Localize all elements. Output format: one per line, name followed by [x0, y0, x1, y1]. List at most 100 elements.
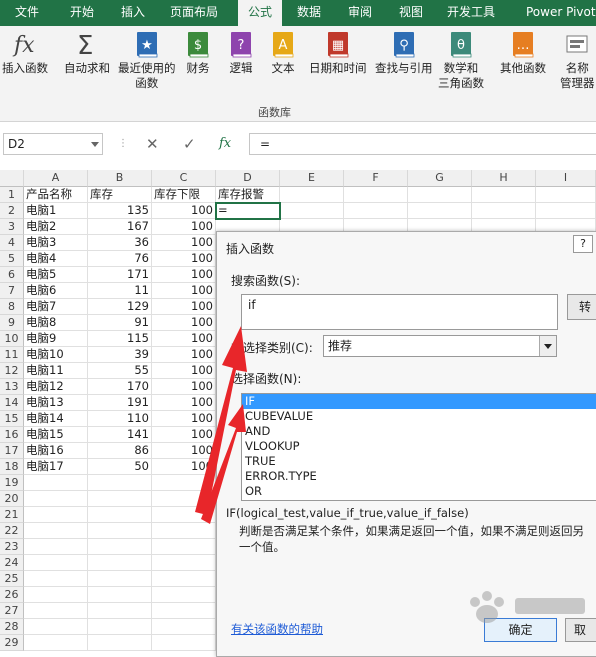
row-header[interactable]: 18	[0, 459, 24, 475]
tab-1[interactable]: 开始	[70, 0, 94, 26]
row-header[interactable]: 21	[0, 507, 24, 523]
cell[interactable]: 115	[88, 331, 152, 347]
cell[interactable]: 100	[152, 219, 216, 235]
cell[interactable]: 电脑9	[24, 331, 88, 347]
cell[interactable]	[152, 475, 216, 491]
cell[interactable]	[88, 523, 152, 539]
confirm-icon[interactable]: ✓	[183, 134, 196, 154]
cell[interactable]: 135	[88, 203, 152, 219]
function-list-item[interactable]: TRUE	[242, 454, 596, 469]
cell[interactable]: 100	[152, 379, 216, 395]
cell[interactable]	[408, 187, 472, 203]
cell[interactable]	[24, 619, 88, 635]
help-button[interactable]: ?	[573, 235, 593, 253]
row-header[interactable]: 17	[0, 443, 24, 459]
column-header[interactable]: E	[280, 170, 344, 187]
function-list-item[interactable]: IF	[242, 394, 596, 409]
cell[interactable]: 电脑14	[24, 411, 88, 427]
cell[interactable]	[88, 491, 152, 507]
column-header[interactable]: B	[88, 170, 152, 187]
cancel-icon[interactable]: ✕	[146, 134, 159, 154]
cancel-button[interactable]: 取	[565, 618, 596, 642]
ribbon-button-text-book[interactable]: A 文本	[270, 30, 296, 76]
cell[interactable]	[280, 203, 344, 219]
cell[interactable]	[536, 187, 596, 203]
cell[interactable]	[152, 555, 216, 571]
row-header[interactable]: 9	[0, 315, 24, 331]
row-header[interactable]: 14	[0, 395, 24, 411]
row-header[interactable]: 13	[0, 379, 24, 395]
cell[interactable]: 电脑15	[24, 427, 88, 443]
cell[interactable]	[472, 203, 536, 219]
cell[interactable]: 电脑1	[24, 203, 88, 219]
cell[interactable]: 电脑11	[24, 363, 88, 379]
cell[interactable]: 电脑7	[24, 299, 88, 315]
cell[interactable]: 76	[88, 251, 152, 267]
row-header[interactable]: 12	[0, 363, 24, 379]
cell[interactable]	[344, 203, 408, 219]
row-header[interactable]: 4	[0, 235, 24, 251]
cell[interactable]	[152, 587, 216, 603]
cell[interactable]	[152, 507, 216, 523]
select-all-corner[interactable]	[0, 170, 24, 187]
cell[interactable]	[152, 523, 216, 539]
ribbon-button-search-book[interactable]: ⚲ 查找与引用	[375, 30, 433, 76]
cell[interactable]: 50	[88, 459, 152, 475]
function-list-item[interactable]: VLOOKUP	[242, 439, 596, 454]
row-header[interactable]: 7	[0, 283, 24, 299]
cell[interactable]	[88, 555, 152, 571]
cell[interactable]: 电脑2	[24, 219, 88, 235]
row-header[interactable]: 11	[0, 347, 24, 363]
cell[interactable]	[24, 635, 88, 651]
cell[interactable]: 电脑12	[24, 379, 88, 395]
cell[interactable]: 100	[152, 459, 216, 475]
row-header[interactable]: 5	[0, 251, 24, 267]
cell[interactable]: 141	[88, 427, 152, 443]
cell[interactable]: =	[216, 203, 280, 219]
function-list-item[interactable]: CUBEVALUE	[242, 409, 596, 424]
row-header[interactable]: 24	[0, 555, 24, 571]
formula-input[interactable]: =	[249, 133, 596, 155]
column-header[interactable]: G	[408, 170, 472, 187]
cell[interactable]: 167	[88, 219, 152, 235]
function-list-item[interactable]: ERROR.TYPE	[242, 469, 596, 484]
cell[interactable]	[24, 571, 88, 587]
cell[interactable]	[152, 603, 216, 619]
cell[interactable]: 100	[152, 299, 216, 315]
cell[interactable]	[88, 571, 152, 587]
cell[interactable]	[88, 587, 152, 603]
cell[interactable]: 100	[152, 235, 216, 251]
cell[interactable]	[24, 587, 88, 603]
cell[interactable]: 100	[152, 315, 216, 331]
ribbon-button-name-manager[interactable]: 名称 管理器	[560, 30, 595, 91]
category-select[interactable]: 推荐	[323, 335, 557, 357]
row-header[interactable]: 29	[0, 635, 24, 651]
chevron-down-icon[interactable]	[539, 336, 556, 356]
cell[interactable]	[88, 539, 152, 555]
function-list-item[interactable]: AND	[242, 424, 596, 439]
cell[interactable]: 100	[152, 443, 216, 459]
row-header[interactable]: 2	[0, 203, 24, 219]
cell[interactable]	[24, 539, 88, 555]
ribbon-button-fx[interactable]: fx 插入函数	[2, 30, 48, 76]
ribbon-button-sigma[interactable]: Σ 自动求和	[64, 30, 110, 76]
search-input[interactable]: if	[241, 294, 558, 330]
row-header[interactable]: 6	[0, 267, 24, 283]
column-header[interactable]: F	[344, 170, 408, 187]
cell[interactable]: 100	[152, 283, 216, 299]
cell[interactable]: 100	[152, 267, 216, 283]
ribbon-button-star-book[interactable]: ★ 最近使用的 函数	[118, 30, 176, 91]
cell[interactable]: 11	[88, 283, 152, 299]
function-list-item[interactable]: OR	[242, 484, 596, 499]
cell[interactable]: 100	[152, 347, 216, 363]
ribbon-button-calendar-book[interactable]: ▦ 日期和时间	[309, 30, 367, 76]
cell[interactable]	[24, 603, 88, 619]
column-header[interactable]: D	[216, 170, 280, 187]
cell[interactable]: 100	[152, 411, 216, 427]
cell[interactable]: 91	[88, 315, 152, 331]
cell[interactable]	[536, 203, 596, 219]
cell[interactable]: 产品名称	[24, 187, 88, 203]
row-header[interactable]: 15	[0, 411, 24, 427]
tab-9[interactable]: Power Pivot	[526, 0, 596, 26]
cell[interactable]: 100	[152, 203, 216, 219]
